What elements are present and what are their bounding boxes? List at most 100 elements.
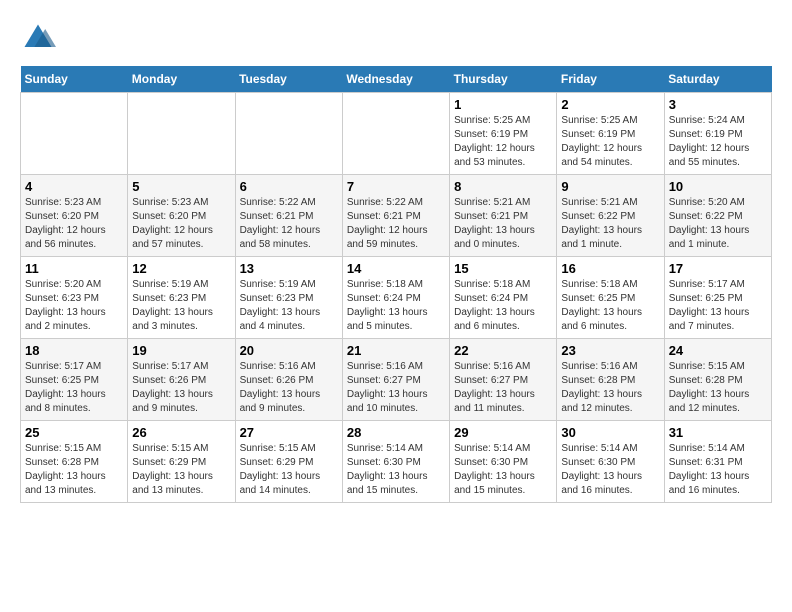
day-number: 20 [240, 343, 338, 358]
day-number: 8 [454, 179, 552, 194]
day-info: Sunrise: 5:18 AM Sunset: 6:25 PM Dayligh… [561, 278, 659, 334]
day-number: 2 [561, 97, 659, 112]
day-number: 1 [454, 97, 552, 112]
day-cell: 26 Sunrise: 5:15 AM Sunset: 6:29 PM Dayli… [128, 421, 235, 503]
day-cell: 1 Sunrise: 5:25 AM Sunset: 6:19 PM Daylig… [450, 93, 557, 175]
week-row-5: 25 Sunrise: 5:15 AM Sunset: 6:28 PM Dayli… [21, 421, 772, 503]
day-number: 10 [669, 179, 767, 194]
day-cell: 15 Sunrise: 5:18 AM Sunset: 6:24 PM Dayli… [450, 257, 557, 339]
day-info: Sunrise: 5:15 AM Sunset: 6:28 PM Dayligh… [669, 360, 767, 416]
day-number: 16 [561, 261, 659, 276]
day-info: Sunrise: 5:18 AM Sunset: 6:24 PM Dayligh… [347, 278, 445, 334]
day-info: Sunrise: 5:16 AM Sunset: 6:27 PM Dayligh… [347, 360, 445, 416]
day-number: 21 [347, 343, 445, 358]
day-number: 18 [25, 343, 123, 358]
day-info: Sunrise: 5:25 AM Sunset: 6:19 PM Dayligh… [454, 114, 552, 170]
day-info: Sunrise: 5:17 AM Sunset: 6:25 PM Dayligh… [669, 278, 767, 334]
day-cell: 2Sunrise: 5:25 AM Sunset: 6:19 PM Daylig… [557, 93, 664, 175]
day-number: 26 [132, 425, 230, 440]
day-cell: 28 Sunrise: 5:14 AM Sunset: 6:30 PM Dayli… [342, 421, 449, 503]
day-number: 15 [454, 261, 552, 276]
day-cell: 17 Sunrise: 5:17 AM Sunset: 6:25 PM Dayli… [664, 257, 771, 339]
day-info: Sunrise: 5:20 AM Sunset: 6:23 PM Dayligh… [25, 278, 123, 334]
week-row-4: 18 Sunrise: 5:17 AM Sunset: 6:25 PM Dayli… [21, 339, 772, 421]
day-cell: 29 Sunrise: 5:14 AM Sunset: 6:30 PM Dayli… [450, 421, 557, 503]
day-info: Sunrise: 5:17 AM Sunset: 6:25 PM Dayligh… [25, 360, 123, 416]
col-header-tuesday: Tuesday [235, 66, 342, 93]
day-cell: 19 Sunrise: 5:17 AM Sunset: 6:26 PM Dayli… [128, 339, 235, 421]
day-number: 24 [669, 343, 767, 358]
day-info: Sunrise: 5:18 AM Sunset: 6:24 PM Dayligh… [454, 278, 552, 334]
day-number: 31 [669, 425, 767, 440]
col-header-monday: Monday [128, 66, 235, 93]
day-cell: 3 Sunrise: 5:24 AM Sunset: 6:19 PM Daylig… [664, 93, 771, 175]
header [20, 20, 772, 56]
day-number: 5 [132, 179, 230, 194]
day-number: 12 [132, 261, 230, 276]
calendar-table: SundayMondayTuesdayWednesdayThursdayFrid… [20, 66, 772, 503]
week-row-2: 4 Sunrise: 5:23 AM Sunset: 6:20 PM Daylig… [21, 175, 772, 257]
day-info: Sunrise: 5:15 AM Sunset: 6:29 PM Dayligh… [132, 442, 230, 498]
day-number: 13 [240, 261, 338, 276]
day-cell: 7 Sunrise: 5:22 AM Sunset: 6:21 PM Daylig… [342, 175, 449, 257]
header-row: SundayMondayTuesdayWednesdayThursdayFrid… [21, 66, 772, 93]
day-cell: 18 Sunrise: 5:17 AM Sunset: 6:25 PM Dayli… [21, 339, 128, 421]
day-cell: 11 Sunrise: 5:20 AM Sunset: 6:23 PM Dayli… [21, 257, 128, 339]
day-cell [21, 93, 128, 175]
day-info: Sunrise: 5:14 AM Sunset: 6:30 PM Dayligh… [454, 442, 552, 498]
day-info: Sunrise: 5:22 AM Sunset: 6:21 PM Dayligh… [347, 196, 445, 252]
day-number: 14 [347, 261, 445, 276]
day-number: 28 [347, 425, 445, 440]
day-cell: 31 Sunrise: 5:14 AM Sunset: 6:31 PM Dayli… [664, 421, 771, 503]
day-number: 11 [25, 261, 123, 276]
day-info: Sunrise: 5:14 AM Sunset: 6:31 PM Dayligh… [669, 442, 767, 498]
day-info: Sunrise: 5:21 AM Sunset: 6:21 PM Dayligh… [454, 196, 552, 252]
day-number: 4 [25, 179, 123, 194]
col-header-sunday: Sunday [21, 66, 128, 93]
day-cell [342, 93, 449, 175]
col-header-saturday: Saturday [664, 66, 771, 93]
day-cell: 16 Sunrise: 5:18 AM Sunset: 6:25 PM Dayli… [557, 257, 664, 339]
day-number: 9 [561, 179, 659, 194]
day-cell: 14 Sunrise: 5:18 AM Sunset: 6:24 PM Dayli… [342, 257, 449, 339]
day-info: Sunrise: 5:14 AM Sunset: 6:30 PM Dayligh… [347, 442, 445, 498]
day-cell: 13 Sunrise: 5:19 AM Sunset: 6:23 PM Dayli… [235, 257, 342, 339]
day-info: Sunrise: 5:16 AM Sunset: 6:26 PM Dayligh… [240, 360, 338, 416]
col-header-thursday: Thursday [450, 66, 557, 93]
day-cell: 8 Sunrise: 5:21 AM Sunset: 6:21 PM Daylig… [450, 175, 557, 257]
day-number: 25 [25, 425, 123, 440]
day-info: Sunrise: 5:14 AM Sunset: 6:30 PM Dayligh… [561, 442, 659, 498]
day-number: 30 [561, 425, 659, 440]
day-info: Sunrise: 5:17 AM Sunset: 6:26 PM Dayligh… [132, 360, 230, 416]
col-header-wednesday: Wednesday [342, 66, 449, 93]
day-cell: 24 Sunrise: 5:15 AM Sunset: 6:28 PM Dayli… [664, 339, 771, 421]
day-info: Sunrise: 5:20 AM Sunset: 6:22 PM Dayligh… [669, 196, 767, 252]
week-row-3: 11 Sunrise: 5:20 AM Sunset: 6:23 PM Dayli… [21, 257, 772, 339]
day-number: 7 [347, 179, 445, 194]
col-header-friday: Friday [557, 66, 664, 93]
day-info: Sunrise: 5:15 AM Sunset: 6:28 PM Dayligh… [25, 442, 123, 498]
day-cell: 4Sunrise: 5:23 AM Sunset: 6:20 PM Daylig… [21, 175, 128, 257]
day-cell: 27Sunrise: 5:15 AM Sunset: 6:29 PM Dayli… [235, 421, 342, 503]
day-cell: 25 Sunrise: 5:15 AM Sunset: 6:28 PM Dayli… [21, 421, 128, 503]
day-cell: 10 Sunrise: 5:20 AM Sunset: 6:22 PM Dayli… [664, 175, 771, 257]
day-number: 29 [454, 425, 552, 440]
day-number: 27 [240, 425, 338, 440]
day-cell: 5 Sunrise: 5:23 AM Sunset: 6:20 PM Daylig… [128, 175, 235, 257]
day-number: 3 [669, 97, 767, 112]
day-info: Sunrise: 5:21 AM Sunset: 6:22 PM Dayligh… [561, 196, 659, 252]
day-cell: 23Sunrise: 5:16 AM Sunset: 6:28 PM Dayli… [557, 339, 664, 421]
day-info: Sunrise: 5:22 AM Sunset: 6:21 PM Dayligh… [240, 196, 338, 252]
day-info: Sunrise: 5:19 AM Sunset: 6:23 PM Dayligh… [240, 278, 338, 334]
day-number: 22 [454, 343, 552, 358]
day-info: Sunrise: 5:24 AM Sunset: 6:19 PM Dayligh… [669, 114, 767, 170]
day-cell [235, 93, 342, 175]
day-cell: 6Sunrise: 5:22 AM Sunset: 6:21 PM Daylig… [235, 175, 342, 257]
day-cell: 9 Sunrise: 5:21 AM Sunset: 6:22 PM Daylig… [557, 175, 664, 257]
day-number: 19 [132, 343, 230, 358]
day-number: 17 [669, 261, 767, 276]
day-info: Sunrise: 5:23 AM Sunset: 6:20 PM Dayligh… [132, 196, 230, 252]
logo-icon [20, 20, 56, 56]
day-cell: 22Sunrise: 5:16 AM Sunset: 6:27 PM Dayli… [450, 339, 557, 421]
day-cell: 20 Sunrise: 5:16 AM Sunset: 6:26 PM Dayli… [235, 339, 342, 421]
